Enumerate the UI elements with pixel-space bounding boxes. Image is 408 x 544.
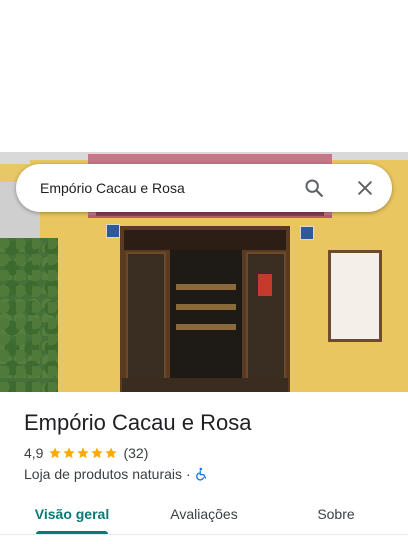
tab-reviews[interactable]: Avaliações [154, 494, 254, 534]
wheelchair-icon[interactable] [195, 466, 209, 482]
photo-door-interior [170, 250, 242, 392]
star-icon [49, 447, 62, 459]
close-icon[interactable] [349, 172, 381, 204]
search-input[interactable]: Empório Cacau e Rosa [40, 164, 185, 212]
map-blank-area [0, 0, 408, 152]
tab-overview[interactable]: Visão geral [22, 494, 122, 534]
photo-shelf [176, 284, 236, 290]
search-icon[interactable] [298, 172, 330, 204]
photo-badge-left [106, 224, 120, 238]
photo-shelf [176, 324, 236, 330]
photo-poster [258, 274, 272, 296]
photo-window-left [126, 252, 166, 387]
place-category: Loja de produtos naturais [24, 466, 182, 482]
star-icon [63, 447, 76, 459]
rating-row[interactable]: 4,9 (32) [24, 444, 148, 462]
review-count[interactable]: (32) [123, 445, 148, 461]
star-icon [105, 447, 118, 459]
photo-shelf [176, 304, 236, 310]
tabs-divider [0, 534, 408, 535]
star-icon [77, 447, 90, 459]
photo-hedge [0, 238, 58, 392]
search-bar[interactable]: Empório Cacau e Rosa [16, 164, 392, 212]
photo-floor [122, 378, 288, 392]
rating-value: 4,9 [24, 445, 44, 461]
photo-badge-right [300, 226, 314, 240]
photo-door-top [124, 230, 286, 250]
photo-window-right [246, 252, 286, 387]
star-rating [48, 446, 118, 460]
photo-menu-board [328, 250, 382, 342]
separator-dot: · [186, 466, 191, 482]
tab-about[interactable]: Sobre [286, 494, 386, 534]
star-icon [91, 447, 104, 459]
place-tabs: Visão geral Avaliações Sobre [0, 494, 408, 538]
place-title: Empório Cacau e Rosa [24, 410, 252, 435]
category-row: Loja de produtos naturais · [24, 465, 209, 483]
